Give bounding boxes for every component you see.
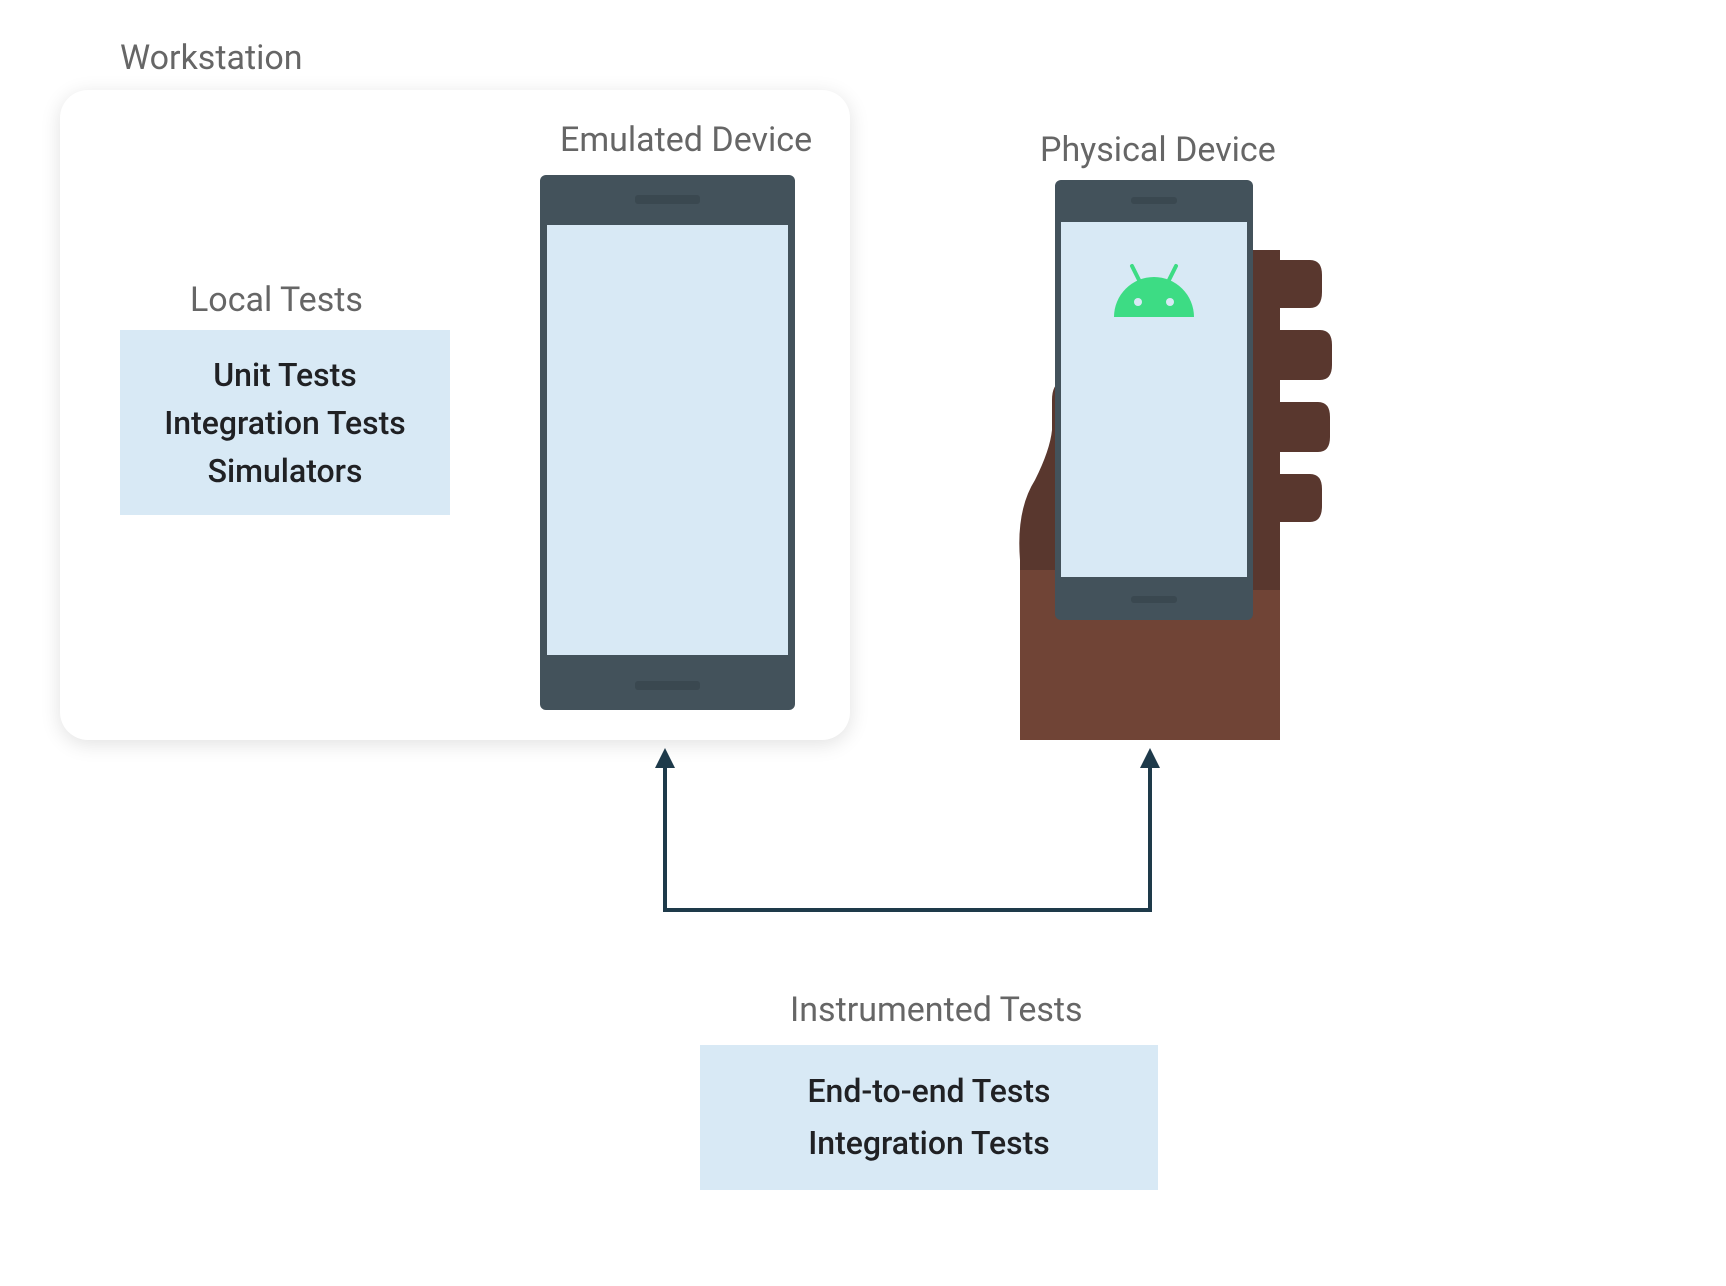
workstation-label: Workstation — [120, 38, 303, 78]
phone-speaker-icon — [1131, 197, 1177, 204]
phone-speaker-icon — [635, 195, 700, 204]
phone-screen — [1061, 222, 1247, 577]
physical-device-label: Physical Device — [1040, 130, 1276, 170]
instrumented-tests-box: End-to-end Tests Integration Tests — [700, 1045, 1158, 1190]
instrumented-tests-item: End-to-end Tests — [807, 1066, 1050, 1117]
diagram-canvas: Workstation Local Tests Unit Tests Integ… — [0, 0, 1726, 1286]
phone-screen — [547, 225, 788, 655]
physical-phone-icon — [1055, 180, 1253, 620]
instrumented-tests-item: Integration Tests — [808, 1118, 1050, 1169]
local-tests-item: Integration Tests — [164, 399, 406, 447]
connector-arrow-icon — [620, 740, 1220, 940]
local-tests-box: Unit Tests Integration Tests Simulators — [120, 330, 450, 515]
emulated-device-label: Emulated Device — [560, 120, 812, 160]
local-tests-label: Local Tests — [190, 280, 363, 320]
phone-home-icon — [1131, 596, 1177, 603]
local-tests-item: Simulators — [208, 447, 363, 495]
android-icon — [1104, 262, 1204, 322]
local-tests-item: Unit Tests — [213, 351, 357, 399]
emulated-phone-icon — [540, 175, 795, 710]
physical-device-group — [970, 180, 1350, 760]
instrumented-tests-label: Instrumented Tests — [790, 990, 1083, 1030]
phone-home-icon — [635, 681, 700, 690]
